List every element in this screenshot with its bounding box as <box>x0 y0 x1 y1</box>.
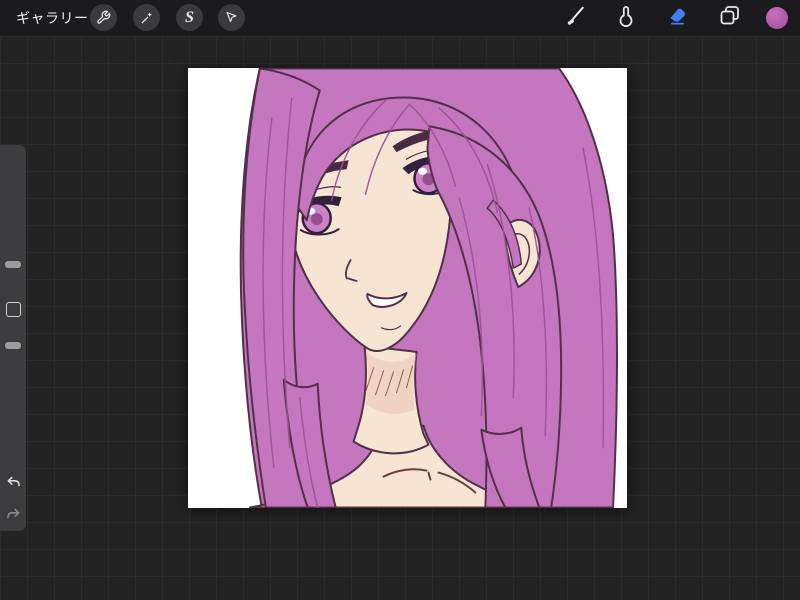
layers-icon <box>718 4 742 33</box>
magic-wand-icon <box>139 10 155 26</box>
top-toolbar: ギャラリー S <box>0 0 800 36</box>
transform-arrow-icon <box>224 10 239 25</box>
opacity-slider[interactable] <box>0 320 26 404</box>
transform-button[interactable] <box>218 4 245 31</box>
undo-button[interactable] <box>3 475 23 495</box>
paint-tool-button[interactable] <box>564 4 588 33</box>
opacity-handle[interactable] <box>5 342 21 349</box>
wrench-icon <box>96 10 111 25</box>
actions-button[interactable] <box>90 4 117 31</box>
paintbrush-icon <box>564 4 588 33</box>
drawing-canvas[interactable] <box>188 68 627 508</box>
artwork-portrait <box>239 68 618 508</box>
selection-s-icon: S <box>185 8 194 26</box>
brush-size-handle[interactable] <box>5 261 21 268</box>
redo-button[interactable] <box>3 507 23 527</box>
undo-icon <box>5 474 22 496</box>
smudge-finger-icon <box>614 4 638 33</box>
modify-button[interactable] <box>6 302 21 317</box>
sidebar-tools <box>0 145 26 531</box>
layers-button[interactable] <box>718 4 742 33</box>
workspace-background <box>0 36 800 600</box>
eraser-icon <box>666 4 690 33</box>
gallery-button[interactable]: ギャラリー <box>16 8 89 28</box>
adjustments-button[interactable] <box>133 4 160 31</box>
redo-icon <box>5 506 22 528</box>
selection-button[interactable]: S <box>176 4 203 31</box>
erase-tool-button[interactable] <box>666 4 690 33</box>
smudge-tool-button[interactable] <box>614 4 638 33</box>
brush-size-slider[interactable] <box>0 215 26 299</box>
color-button[interactable] <box>766 7 788 29</box>
color-swatch <box>766 7 788 29</box>
